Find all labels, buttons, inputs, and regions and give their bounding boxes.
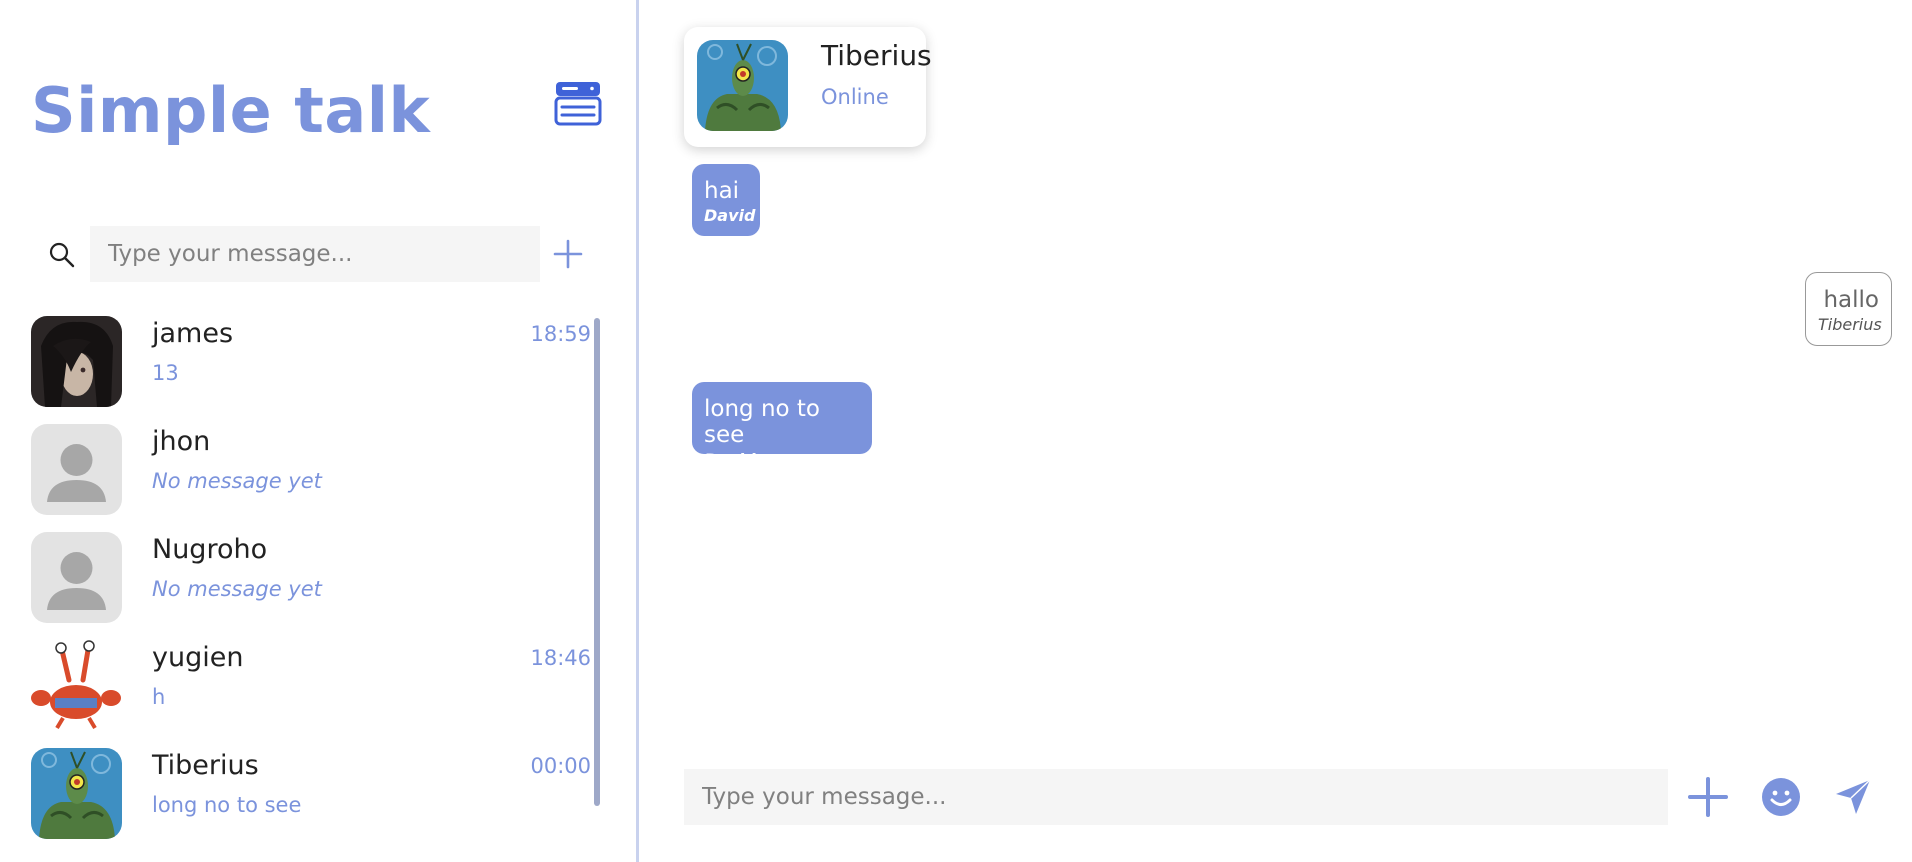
message-bubble-outgoing: hallo Tiberius (1805, 272, 1892, 346)
plankton-character-avatar (31, 748, 122, 839)
contact-list: james 13 18:59 jhon No message yet Nugro… (31, 316, 597, 839)
message-bubble-incoming: hai David (692, 164, 760, 236)
emoji-icon[interactable] (1760, 776, 1802, 818)
message-text: hai (704, 178, 740, 204)
message-bubble-incoming: long no to see David (692, 382, 872, 469)
contact-search-row (40, 226, 600, 282)
chat-partner-name: Tiberius (821, 39, 932, 72)
contact-item-james[interactable]: james 13 18:59 (31, 316, 591, 408)
crab-character-avatar (31, 640, 122, 731)
contact-name: Tiberius (152, 750, 259, 781)
chat-header[interactable]: Tiberius Online (684, 27, 932, 147)
contact-last-message: long no to see (152, 793, 302, 817)
message-author: David (704, 206, 756, 225)
attach-plus-icon[interactable] (1687, 776, 1729, 818)
contact-name: james (152, 318, 234, 349)
contact-time: 18:59 (530, 322, 591, 346)
contact-last-message: h (152, 685, 166, 709)
plankton-character-avatar (697, 40, 788, 131)
chat-app: Simple talk Type your message... james 1… (0, 0, 1912, 862)
contact-name: yugien (152, 642, 244, 673)
contact-item-tiberius[interactable]: Tiberius long no to see 00:00 (31, 748, 591, 840)
message-text: long no to see (704, 396, 820, 448)
contact-item-yugien[interactable]: yugien h 18:46 (31, 640, 591, 732)
contact-name: Nugroho (152, 534, 268, 565)
message-text: hallo (1823, 287, 1879, 313)
message-author: Tiberius (1818, 315, 1882, 334)
search-input[interactable] (90, 226, 540, 282)
message-author: David (704, 450, 756, 469)
search-icon (49, 242, 75, 268)
chat-partner-status: Online (821, 85, 889, 109)
contact-last-message: No message yet (152, 469, 322, 493)
chat-panel: Tiberius Online hai David hallo Tiberius… (642, 0, 1912, 862)
default-user-avatar (31, 532, 122, 623)
dark-haired-character-avatar (31, 316, 122, 407)
contact-time: 18:46 (530, 646, 591, 670)
message-input[interactable] (684, 769, 1668, 825)
default-user-avatar (31, 424, 122, 515)
contact-name: jhon (152, 426, 211, 457)
send-icon[interactable] (1832, 776, 1874, 818)
contact-time: 00:00 (530, 754, 591, 778)
contact-list-scrollbar[interactable] (594, 318, 600, 806)
add-contact-button[interactable] (552, 238, 584, 270)
app-title: Simple talk (31, 74, 431, 147)
contact-last-message: No message yet (152, 577, 322, 601)
contact-item-jhon[interactable]: jhon No message yet (31, 424, 591, 516)
contact-item-nugroho[interactable]: Nugroho No message yet (31, 532, 591, 624)
menu-list-icon[interactable] (554, 80, 602, 126)
sidebar: Simple talk Type your message... james 1… (0, 0, 639, 862)
contact-last-message: 13 (152, 361, 179, 385)
